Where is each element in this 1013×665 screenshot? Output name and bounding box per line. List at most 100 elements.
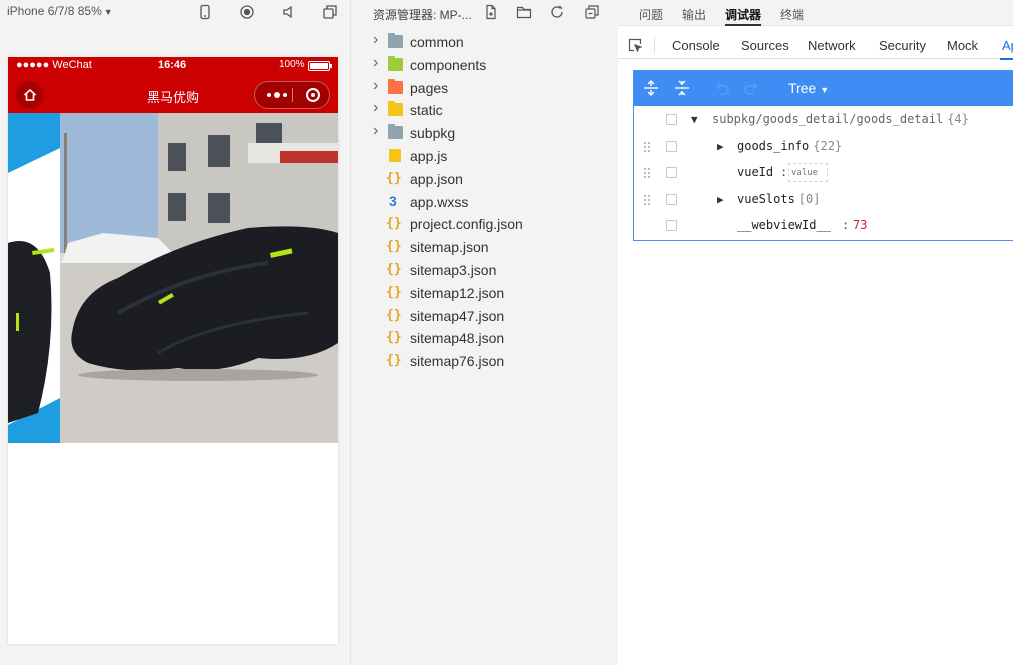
undo-icon[interactable] [712,79,730,97]
tabs-divider [654,37,655,53]
file-tree-item[interactable]: › pages [351,77,618,100]
tree-row: vueId : [634,161,1013,188]
device-select[interactable]: iPhone 6/7/8 85% ▼ [7,4,113,18]
devtools-tabs: Console Sources Network Security Mock Ap [618,30,1013,60]
folder-icon [388,33,403,48]
tree-row-root: ▼ subpkg/goods_detail/goods_detail {4} [634,108,1013,135]
file-tree-item[interactable]: 3 app.wxss [351,191,618,214]
file-tree-item[interactable]: › static [351,99,618,122]
file-tree-item[interactable]: {} sitemap47.json [351,305,618,328]
row-checkbox[interactable] [666,114,677,125]
drag-handle-icon[interactable] [643,168,651,180]
inspect-element-icon[interactable] [628,38,642,52]
row-checkbox[interactable] [666,140,677,152]
file-tree-item[interactable]: {} sitemap12.json [351,282,618,305]
tab-output[interactable]: 输出 [682,6,706,23]
close-miniprogram-button[interactable] [299,82,327,108]
tab-sources[interactable]: Sources [741,38,789,53]
tree-root-path: subpkg/goods_detail/goods_detail {4} [712,112,969,126]
collapse-all-icon[interactable] [673,79,691,97]
js-file-icon [389,148,401,162]
file-tree-item-label: app.js [410,147,448,164]
tab-security[interactable]: Security [879,38,926,53]
appdata-toolbar: Tree ▼ [634,71,1013,106]
phone-icon[interactable] [197,4,213,20]
product-image [8,113,338,443]
file-tree-item-label: subpkg [410,125,456,142]
tab-problems[interactable]: 问题 [639,6,663,23]
tab-mock[interactable]: Mock [947,38,978,53]
product-image-swiper[interactable] [8,113,338,443]
chevron-right-icon: › [373,122,379,140]
tab-appdata[interactable]: Ap [1000,38,1013,60]
file-tree-item-label: sitemap.json [410,239,489,256]
key-count: [0] [798,191,821,206]
status-bar: ●●●●● WeChat 16:46 100% [8,57,338,75]
expand-triangle-icon[interactable]: ▶ [717,193,724,206]
tab-console[interactable]: Console [672,38,720,53]
record-icon[interactable] [239,4,255,20]
folder-icon [388,124,403,140]
simulator-panel: iPhone 6/7/8 85% ▼ ●●●●● WeChat 16:46 100… [0,0,351,665]
key-name: vueId [737,165,774,180]
tree-row: ▶ vueSlots [0] [634,188,1013,215]
file-tree-item-label: sitemap3.json [410,261,497,278]
row-checkbox[interactable] [666,220,677,232]
new-file-icon[interactable] [483,4,499,20]
expand-triangle-icon[interactable]: ▶ [717,140,724,153]
expand-all-icon[interactable] [642,79,660,97]
file-tree-item[interactable]: {} project.config.json [351,213,618,236]
drag-handle-icon[interactable] [643,194,651,206]
file-tree-item[interactable]: › components [351,54,618,77]
json-file-icon: {} [386,284,402,300]
appdata-editor: Tree ▼ ▼ subpkg/goods_detail/goods_detail… [633,70,1013,241]
css-file-icon: 3 [389,192,397,209]
file-tree-item[interactable]: {} sitemap76.json [351,350,618,373]
file-tree-item-label: static [410,102,443,119]
window-icon[interactable] [322,4,338,20]
view-mode-label: Tree [788,80,817,96]
tab-terminal[interactable]: 终端 [780,6,804,23]
tree-key: vueSlots [0] [737,192,820,206]
tab-debugger[interactable]: 调试器 [725,6,762,26]
appdata-tree: ▼ subpkg/goods_detail/goods_detail {4} ▶ … [634,108,1013,241]
json-file-icon: {} [386,353,402,369]
tab-network[interactable]: Network [808,38,856,53]
json-file-icon: {} [386,170,402,186]
explorer-title: 资源管理器: MP-... [373,8,472,22]
new-folder-icon[interactable] [516,4,532,20]
file-tree-item[interactable]: › subpkg [351,122,618,145]
collapse-triangle-icon[interactable]: ▼ [691,113,698,126]
refresh-icon[interactable] [549,4,565,20]
value-input[interactable] [788,163,828,183]
file-tree-item[interactable]: {} app.json [351,168,618,191]
file-tree-item-label: app.json [410,170,463,187]
file-tree-item[interactable]: app.js [351,145,618,168]
json-file-icon: {} [386,307,402,323]
tree-row: ▶ goods_info {22} [634,135,1013,162]
file-tree-item[interactable]: {} sitemap.json [351,236,618,259]
battery-percent: 100% [279,59,305,70]
file-tree-item[interactable]: {} sitemap48.json [351,327,618,350]
file-tree-item-label: project.config.json [410,216,523,233]
file-tree: › common › components › pages › static › subpkg ap… [351,31,618,373]
drag-handle-icon[interactable] [643,141,651,153]
speaker-icon[interactable] [281,4,297,20]
file-tree-item[interactable]: {} sitemap3.json [351,259,618,282]
folder-icon [388,78,403,94]
number-value[interactable]: 73 [853,218,867,232]
chevron-right-icon: › [373,99,379,117]
target-icon [306,88,320,102]
phone-screen: ●●●●● WeChat 16:46 100% 黑马优购 [8,57,338,644]
explorer-header: 资源管理器: MP-... [351,0,618,26]
chevron-down-icon: ▼ [103,7,113,17]
more-button[interactable] [263,82,291,108]
view-mode-select[interactable]: Tree ▼ [788,80,829,96]
row-checkbox[interactable] [666,167,677,179]
row-checkbox[interactable] [666,193,677,205]
json-file-icon: {} [386,330,402,346]
redo-icon[interactable] [743,79,761,97]
devtools-panel: 问题 输出 调试器 终端 Console Sources Network Sec… [618,0,1013,665]
file-tree-item[interactable]: › common [351,31,618,54]
collapse-all-icon[interactable] [584,4,600,20]
